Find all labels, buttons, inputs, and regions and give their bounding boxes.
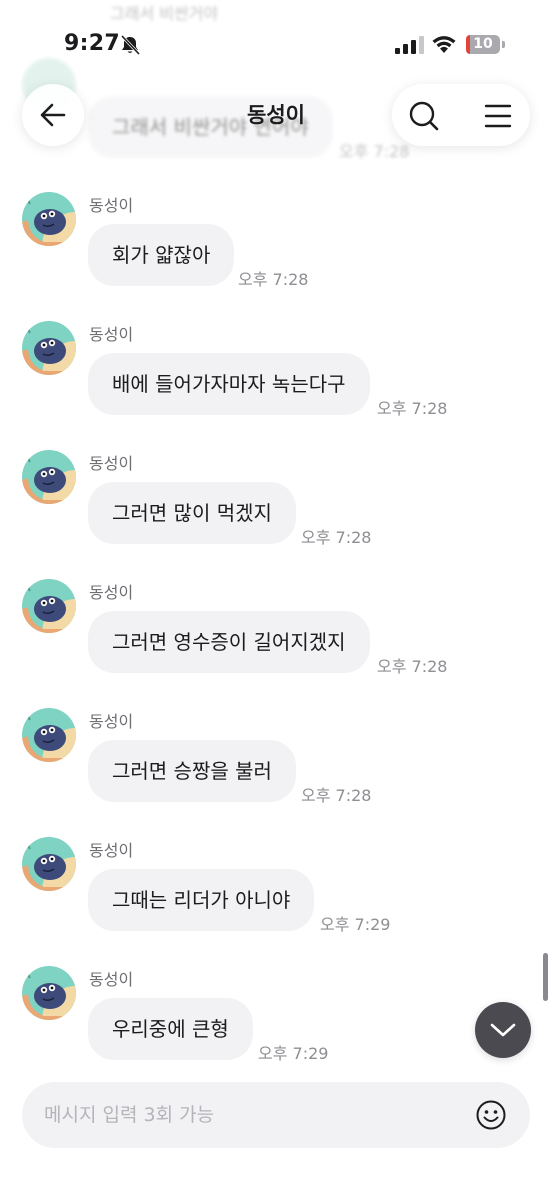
avatar[interactable] xyxy=(22,450,76,504)
message-bubble[interactable]: 그때는 리더가 아니야 xyxy=(88,869,315,931)
search-button[interactable] xyxy=(406,98,442,134)
bell-slash-icon xyxy=(120,35,141,55)
sender-name: 동성이 xyxy=(89,454,134,473)
scrollbar[interactable] xyxy=(543,953,548,1001)
smiley-icon xyxy=(476,1100,506,1130)
avatar-icon xyxy=(22,450,76,504)
sender-name: 동성이 xyxy=(89,970,134,989)
message-time: 오후 7:29 xyxy=(258,1044,329,1063)
back-button[interactable] xyxy=(22,84,84,146)
avatar[interactable] xyxy=(22,579,76,633)
battery-icon: 10 xyxy=(466,35,500,54)
menu-button[interactable] xyxy=(480,98,516,134)
sender-name: 동성이 xyxy=(89,712,134,731)
message-bubble[interactable]: 그러면 많이 먹겠지 xyxy=(88,482,296,544)
message-time: 오후 7:28 xyxy=(377,657,448,676)
avatar-icon xyxy=(22,837,76,891)
message-time: 오후 7:28 xyxy=(238,270,309,289)
sender-name: 동성이 xyxy=(89,583,134,602)
message-item: 동성이 우리중에 큰형 오후 7:29 xyxy=(0,966,552,1076)
scroll-to-bottom-button[interactable] xyxy=(475,1002,531,1058)
message-bubble[interactable]: 배에 들어가자마자 녹는다구 xyxy=(88,353,370,415)
sender-name: 동성이 xyxy=(89,841,134,860)
signal-icon xyxy=(395,36,424,54)
avatar[interactable] xyxy=(22,708,76,762)
message-input[interactable] xyxy=(44,1082,464,1148)
message-time: 오후 7:28 xyxy=(301,528,372,547)
search-icon xyxy=(409,101,439,131)
message-bubble[interactable]: 우리중에 큰형 xyxy=(88,998,253,1060)
avatar[interactable] xyxy=(22,321,76,375)
message-bubble[interactable]: 그러면 승짱을 불러 xyxy=(88,740,296,802)
avatar[interactable] xyxy=(22,966,76,1020)
avatar-icon xyxy=(22,321,76,375)
message-time: 오후 7:28 xyxy=(301,786,372,805)
sender-name: 동성이 xyxy=(89,325,134,344)
header-actions xyxy=(392,84,530,146)
message-time: 오후 7:28 xyxy=(377,399,448,418)
battery-cap xyxy=(502,41,505,48)
chat-header: 동성이 xyxy=(0,84,552,148)
avatar-icon xyxy=(22,192,76,246)
message-item: 동성이 배에 들어가자마자 녹는다구 오후 7:28 xyxy=(0,321,552,431)
message-bubble[interactable]: 그러면 영수증이 길어지겠지 xyxy=(88,611,370,673)
avatar-icon xyxy=(22,579,76,633)
chevron-down-icon xyxy=(490,1023,516,1037)
message-item: 동성이 그때는 리더가 아니야 오후 7:29 xyxy=(0,837,552,947)
message-item: 동성이 그러면 영수증이 길어지겠지 오후 7:28 xyxy=(0,579,552,689)
status-bar: 9:27 10 xyxy=(0,0,552,70)
message-composer xyxy=(22,1082,530,1148)
avatar-icon xyxy=(22,708,76,762)
status-time: 9:27 xyxy=(64,31,120,56)
avatar[interactable] xyxy=(22,192,76,246)
wifi-icon xyxy=(432,36,456,53)
message-item: 동성이 그러면 승짱을 불러 오후 7:28 xyxy=(0,708,552,818)
avatar[interactable] xyxy=(22,837,76,891)
battery-percent: 10 xyxy=(473,36,493,52)
message-item: 동성이 그러면 많이 먹겠지 오후 7:28 xyxy=(0,450,552,560)
arrow-left-icon xyxy=(40,103,66,127)
message-time: 오후 7:29 xyxy=(320,915,391,934)
emoji-button[interactable] xyxy=(474,1098,508,1132)
avatar-icon xyxy=(22,966,76,1020)
message-item: 동성이 회가 얇잖아 오후 7:28 xyxy=(0,192,552,302)
hamburger-menu-icon xyxy=(484,104,512,128)
sender-name: 동성이 xyxy=(89,196,134,215)
message-bubble[interactable]: 회가 얇잖아 xyxy=(88,224,235,286)
